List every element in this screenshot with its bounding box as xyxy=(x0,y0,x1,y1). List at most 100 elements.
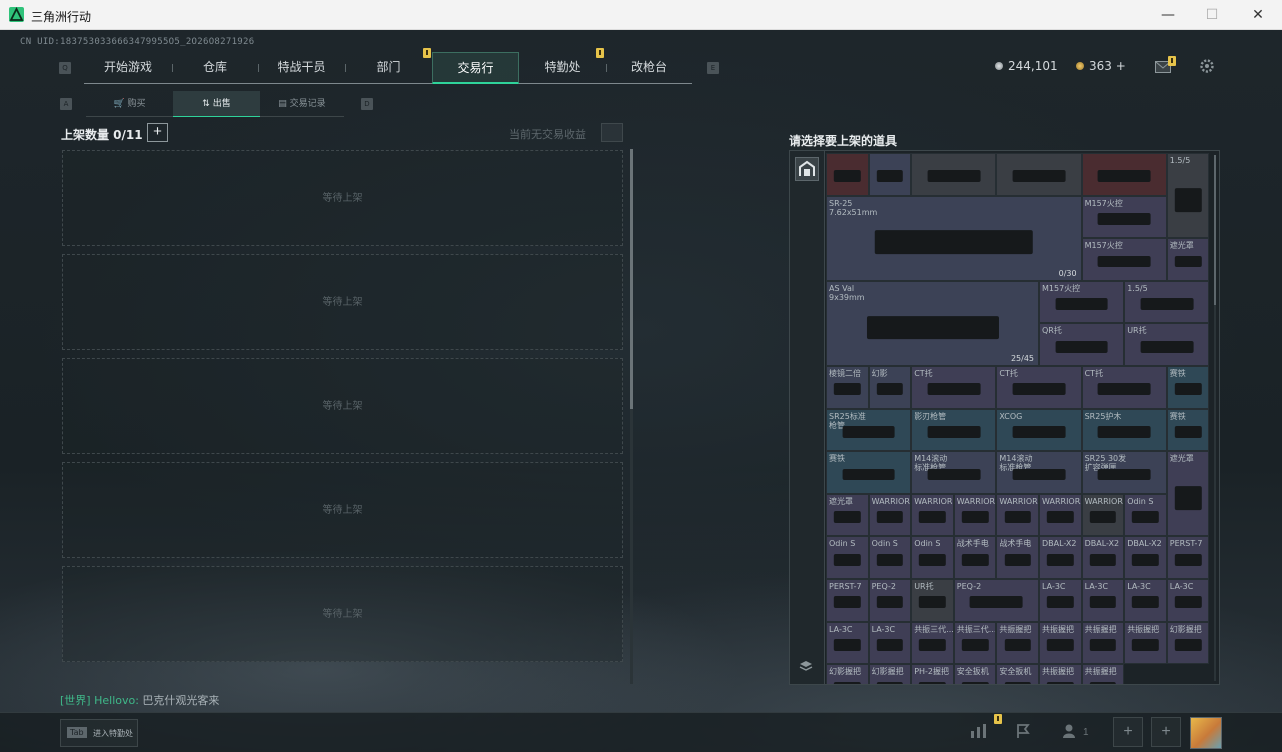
inventory-item[interactable]: 共振握把 xyxy=(1081,664,1125,684)
inventory-item[interactable]: AS Val 9x39mm 25/45 xyxy=(826,280,1039,366)
listing-slot[interactable]: 等待上架 xyxy=(62,566,623,662)
layers-icon[interactable] xyxy=(799,659,813,677)
inventory-item[interactable]: 共振握把 xyxy=(1039,664,1082,684)
inventory-item[interactable]: PEQ-2 xyxy=(868,579,912,622)
inventory-item[interactable]: LA-3C xyxy=(1166,579,1210,622)
inventory-item[interactable]: 1.5/5 xyxy=(1124,280,1210,324)
inventory-item[interactable]: DBAL-X2 xyxy=(1039,536,1082,579)
tab-buy[interactable]: 🛒 购买 xyxy=(86,91,173,117)
inventory-item[interactable]: 幻影 xyxy=(868,366,912,409)
inventory-item[interactable]: CT托 xyxy=(1081,366,1167,409)
inventory-item[interactable]: 赛铁 xyxy=(1166,408,1210,452)
gold-balance[interactable]: 363 + xyxy=(1089,59,1126,73)
inventory-item[interactable]: LA-3C xyxy=(868,621,912,665)
inventory-scrollbar[interactable] xyxy=(1214,155,1216,681)
inventory-item[interactable]: WARRIOR... xyxy=(1039,493,1082,537)
inventory-item[interactable] xyxy=(911,153,997,196)
inventory-item[interactable]: CT托 xyxy=(911,366,997,409)
inventory-item[interactable]: SR25 30发 扩容弹匣 xyxy=(1081,451,1167,494)
inventory-item[interactable]: Odin S xyxy=(911,536,954,579)
invite-button[interactable]: + xyxy=(1113,717,1143,747)
scrollbar-thumb[interactable] xyxy=(1214,155,1216,305)
listing-slot[interactable]: 等待上架 xyxy=(62,358,623,454)
scrollbar-thumb[interactable] xyxy=(630,149,633,409)
inventory-item[interactable]: CT托 xyxy=(996,366,1082,409)
inventory-item[interactable]: LA-3C xyxy=(1081,579,1125,622)
inventory-item[interactable]: 赛铁 xyxy=(1166,366,1210,409)
tab-trade-history[interactable]: ▤ 交易记录 xyxy=(260,91,344,117)
inventory-item[interactable]: DBAL-X2 xyxy=(1124,536,1167,579)
inventory-item[interactable]: M157火控 xyxy=(1039,280,1125,324)
inventory-item[interactable]: M14滚动 标准枪管 xyxy=(996,451,1082,494)
maximize-button[interactable]: ☐ xyxy=(1189,0,1235,30)
inventory-item[interactable]: LA-3C xyxy=(1039,579,1082,622)
inventory-item[interactable]: 战术手电 xyxy=(953,536,997,579)
inventory-item[interactable]: PH-2握把 xyxy=(911,664,954,684)
inventory-item[interactable]: 幻影握把 xyxy=(868,664,912,684)
inventory-item[interactable]: 影刃枪管 xyxy=(911,408,997,452)
inventory-item[interactable] xyxy=(826,153,869,196)
inventory-item[interactable]: LA-3C xyxy=(1124,579,1167,622)
squad-icon[interactable] xyxy=(1062,723,1080,744)
inventory-item[interactable]: WARRIOR... xyxy=(953,493,997,537)
listing-slot[interactable]: 等待上架 xyxy=(62,254,623,350)
inventory-item[interactable]: 共振握把 xyxy=(1039,621,1082,665)
listing-scrollbar[interactable] xyxy=(630,149,633,684)
inventory-item[interactable]: 遮光罩 xyxy=(1166,451,1210,537)
inventory-item[interactable]: QR托 xyxy=(1039,323,1125,366)
add-listing-button[interactable]: + xyxy=(147,123,168,142)
inventory-item[interactable]: 幻影握把 xyxy=(1166,621,1210,665)
inventory-item[interactable]: 安全扳机 xyxy=(996,664,1039,684)
inventory-item[interactable]: 1.5/5 xyxy=(1166,153,1210,239)
inventory-item[interactable]: LA-3C xyxy=(826,621,869,665)
tab-trading[interactable]: 交易行 xyxy=(432,52,519,84)
inventory-item[interactable]: M157火控 xyxy=(1081,238,1167,281)
inventory-item[interactable]: Odin S xyxy=(868,536,912,579)
inventory-item[interactable]: WARRIOR... xyxy=(996,493,1039,537)
invite-button[interactable]: + xyxy=(1151,717,1181,747)
inventory-item[interactable]: M157火控 xyxy=(1081,195,1167,239)
listing-slot[interactable]: 等待上架 xyxy=(62,462,623,558)
inventory-item[interactable]: 遮光罩 xyxy=(826,493,869,537)
inventory-item[interactable]: UR托 xyxy=(1124,323,1210,366)
inventory-item[interactable]: WARRIOR... xyxy=(868,493,912,537)
inventory-item[interactable]: PERST-7 xyxy=(1166,536,1210,579)
inventory-item[interactable]: 共振三代... xyxy=(953,621,997,665)
inventory-item[interactable] xyxy=(868,153,912,196)
inventory-item[interactable]: WARRIOR... xyxy=(911,493,954,537)
stats-icon[interactable] xyxy=(970,723,988,744)
inventory-item[interactable]: XCOG xyxy=(996,408,1082,452)
inventory-item[interactable]: 赛铁 xyxy=(826,451,912,494)
inventory-item[interactable]: 遮光罩 xyxy=(1166,238,1210,281)
inventory-item[interactable]: WARRIOR... xyxy=(1081,493,1125,537)
gear-icon[interactable] xyxy=(1199,58,1215,79)
inventory-item[interactable]: DBAL-X2 xyxy=(1081,536,1125,579)
inventory-item[interactable]: 共振握把 xyxy=(1081,621,1125,665)
warehouse-icon[interactable] xyxy=(795,157,819,181)
inventory-item[interactable] xyxy=(1081,153,1167,196)
tab-sell[interactable]: ⇅ 出售 xyxy=(173,91,260,117)
inventory-item[interactable]: 共振握把 xyxy=(1124,621,1167,665)
inventory-item[interactable]: SR-25 7.62x51mm 0/30 xyxy=(826,195,1082,281)
inventory-item[interactable]: UR托 xyxy=(911,579,954,622)
inventory-item[interactable]: 棱镜二倍 xyxy=(826,366,869,409)
avatar[interactable] xyxy=(1190,717,1222,749)
inventory-item[interactable]: SR25护木 xyxy=(1081,408,1167,452)
inventory-item[interactable]: 幻影握把 xyxy=(826,664,869,684)
inventory-item[interactable]: Odin S xyxy=(1124,493,1167,537)
inventory-item[interactable]: 共振握把 xyxy=(996,621,1039,665)
flag-icon[interactable] xyxy=(1015,723,1031,744)
inventory-item[interactable]: M14滚动 标准枪管 xyxy=(911,451,997,494)
collect-earnings-button[interactable] xyxy=(601,123,623,142)
tab-start-game[interactable]: 开始游戏 xyxy=(84,52,172,84)
inventory-item[interactable]: PERST-7 xyxy=(826,579,869,622)
inventory-item[interactable]: 共振三代... xyxy=(911,621,954,665)
inventory-item[interactable]: 战术手电 xyxy=(996,536,1039,579)
listing-slot[interactable]: 等待上架 xyxy=(62,150,623,246)
tab-gunsmith[interactable]: 改枪台 xyxy=(606,52,692,84)
enter-special-ops-button[interactable]: Tab 进入特勤处 xyxy=(60,719,138,747)
inventory-item[interactable]: Odin S xyxy=(826,536,869,579)
chat-user[interactable]: Hellovo: xyxy=(94,694,139,707)
tab-special-ops[interactable]: 特勤处 xyxy=(519,52,606,84)
inventory-item[interactable] xyxy=(996,153,1082,196)
